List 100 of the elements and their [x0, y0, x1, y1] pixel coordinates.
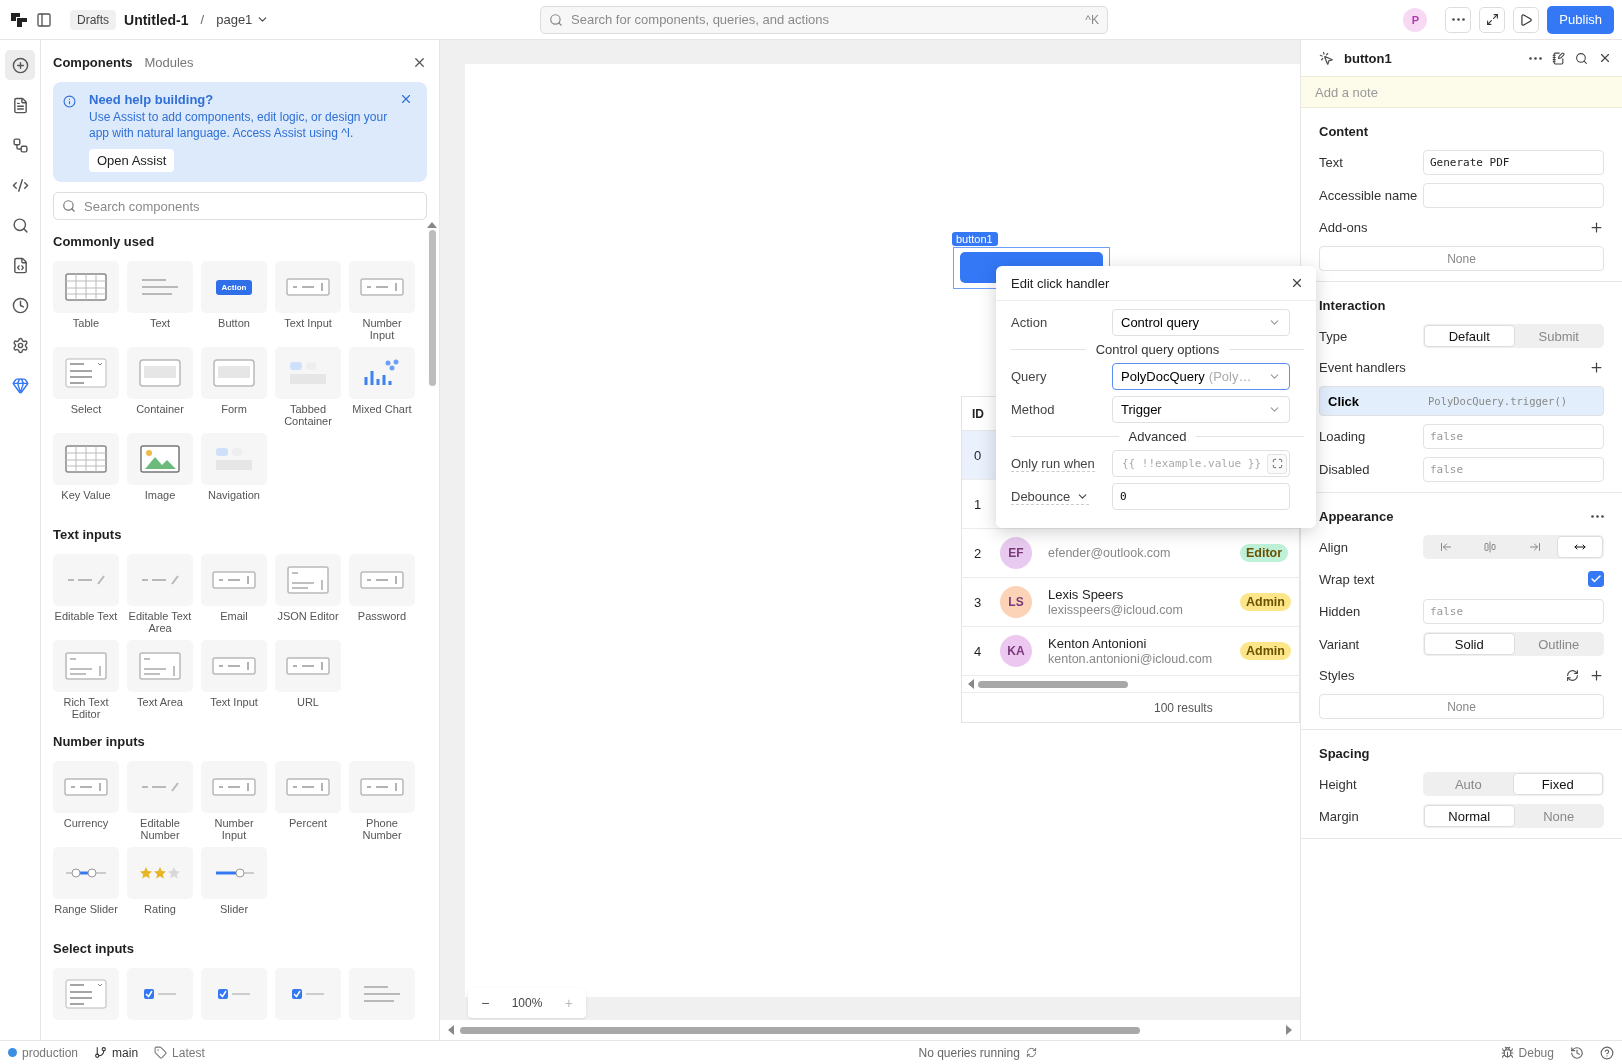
role-tag: Editor [1240, 544, 1289, 562]
branch-label[interactable]: main [94, 1045, 139, 1060]
status-dot [8, 1048, 17, 1057]
property-label: Margin [1319, 808, 1360, 824]
property-input[interactable] [1423, 183, 1604, 208]
refresh-icon[interactable] [1025, 1047, 1037, 1058]
component-tile[interactable] [127, 968, 193, 1020]
branch-icon [94, 1046, 108, 1059]
property-label: Styles [1319, 667, 1356, 683]
left-arrow-icon[interactable] [968, 679, 974, 689]
component-name: button1 [1344, 50, 1393, 66]
page-selector[interactable]: page1 [216, 12, 270, 27]
textarea-preview-icon [284, 564, 332, 596]
open-assist-button[interactable]: Open Assist [89, 149, 175, 172]
add-button[interactable] [1589, 667, 1604, 683]
document-icon [11, 96, 29, 114]
close-button[interactable] [1290, 276, 1304, 290]
sidebar-toggle-icon[interactable] [36, 11, 52, 28]
code-input-field[interactable]: {{ !!example.value }} [1120, 456, 1267, 471]
more-button[interactable] [1529, 56, 1542, 60]
select-preview-icon [62, 357, 110, 389]
note-field[interactable]: Add a note [1301, 76, 1622, 108]
select-field[interactable]: PolyDocQuery (Poly… [1112, 363, 1290, 390]
add-button[interactable] [1589, 359, 1604, 375]
logo-icon[interactable] [10, 11, 28, 28]
publish-button[interactable]: Publish [1547, 5, 1614, 34]
search-field[interactable]: Search components [53, 192, 427, 220]
property-label: Variant [1319, 636, 1361, 652]
environment-label[interactable]: production [8, 1045, 79, 1060]
widget-tag[interactable]: button1 [952, 232, 998, 246]
segment-option[interactable]: Normal [1424, 805, 1515, 827]
property-input[interactable]: Generate PDF [1423, 150, 1604, 175]
expand-button[interactable] [1479, 6, 1506, 33]
cursor-icon [1319, 50, 1334, 66]
select-field[interactable]: Trigger [1112, 396, 1290, 423]
checkbox[interactable] [1588, 571, 1604, 587]
component-tile[interactable] [275, 968, 341, 1020]
info-icon [63, 95, 76, 108]
property-label: Type [1319, 328, 1349, 344]
table-cell-text: 1 [973, 496, 983, 512]
search-icon [549, 12, 563, 27]
checkbox-preview-icon [218, 989, 250, 999]
table-cell-text: 2 [973, 545, 983, 561]
code-editor[interactable]: {{ !!example.value }} [1112, 450, 1290, 477]
segment-option[interactable]: Fixed [1512, 773, 1603, 795]
close-icon[interactable] [399, 92, 413, 106]
close-button[interactable] [412, 55, 427, 70]
scrollbar[interactable] [440, 1020, 1300, 1040]
panel-tab[interactable]: Components [53, 55, 133, 70]
more-button[interactable] [1591, 514, 1604, 518]
user-avatar[interactable]: P [1403, 7, 1428, 32]
select-field[interactable]: Control query [1112, 309, 1290, 336]
property-label: Text [1319, 155, 1344, 170]
debounce-dropdown[interactable]: Debounce [1011, 488, 1090, 505]
user-name: Kenton Antonioni [1048, 636, 1148, 651]
segment-option[interactable]: Solid [1424, 633, 1515, 655]
history-icon[interactable] [1570, 1045, 1584, 1060]
property-input[interactable]: false [1423, 599, 1604, 624]
plus-icon [1589, 667, 1604, 683]
property-label: Loading [1319, 429, 1367, 444]
left-arrow-icon[interactable] [448, 1025, 454, 1035]
property-input[interactable]: false [1423, 424, 1604, 449]
debug-button[interactable]: Debug [1500, 1045, 1554, 1060]
field-label: Query [1011, 369, 1047, 384]
plus-icon [1589, 359, 1604, 375]
preview-button[interactable] [1513, 6, 1540, 33]
action-preview: Action [215, 279, 253, 295]
segment-option[interactable]: Default [1424, 325, 1515, 347]
add-button[interactable] [1589, 219, 1604, 235]
search-button[interactable] [1575, 51, 1588, 65]
table-cell-text: 3 [973, 594, 983, 610]
refresh-button[interactable] [1566, 668, 1579, 682]
notes-button[interactable] [1552, 51, 1565, 65]
add-button[interactable] [5, 50, 35, 80]
component-tile[interactable] [201, 968, 267, 1020]
callout-text: Use Assist to add components, edit logic, or design your app with natural language. Access Assist using ^I. [89, 109, 389, 141]
number-input-field[interactable]: 0 [1112, 483, 1290, 510]
tag-label[interactable]: Latest [154, 1045, 205, 1060]
align-right-icon [1528, 541, 1541, 553]
close-button[interactable] [1598, 51, 1612, 65]
align-center-icon [1484, 541, 1497, 553]
component-tile[interactable] [53, 968, 119, 1020]
user-avatar: KA [1000, 635, 1032, 667]
user-avatar: EF [1000, 537, 1032, 569]
user-email: kenton.antonioni@icloud.com [1048, 652, 1214, 666]
component-tile[interactable] [349, 968, 415, 1020]
right-arrow-icon[interactable] [1286, 1025, 1292, 1035]
up-arrow-icon[interactable] [427, 222, 437, 228]
section-title: Spacing [1319, 745, 1371, 761]
search-icon [11, 216, 29, 234]
popup-title: Edit click handler [1011, 275, 1110, 291]
event-handler-row[interactable]: Click PolyDocQuery.trigger() [1319, 386, 1604, 416]
expand-icon [1485, 13, 1499, 26]
scrollbar-thumb[interactable] [428, 230, 436, 386]
align-left-icon [1440, 541, 1453, 553]
property-input[interactable]: false [1423, 457, 1604, 482]
help-icon[interactable] [1600, 1045, 1614, 1060]
stretch-button[interactable] [1556, 536, 1603, 558]
zoom-out-button[interactable]: − [477, 995, 494, 1011]
panel-tab[interactable]: Modules [144, 55, 194, 70]
